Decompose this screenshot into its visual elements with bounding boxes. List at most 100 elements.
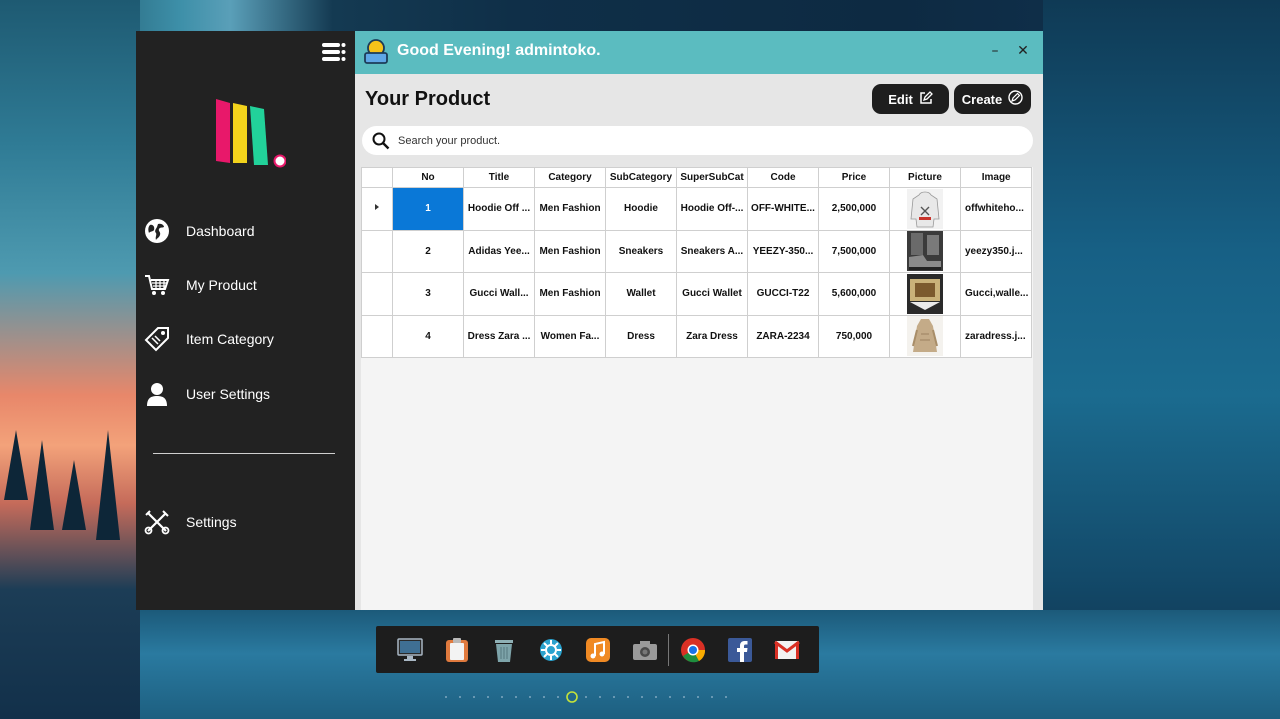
- search-input[interactable]: [398, 134, 998, 147]
- sidebar-item-user-settings[interactable]: User Settings: [136, 374, 355, 414]
- gmail-icon[interactable]: [763, 626, 810, 673]
- globe-icon: [144, 218, 170, 244]
- table-row[interactable]: 2 Adidas Yee... Men Fashion Sneakers Sne…: [361, 229, 1033, 273]
- row-selector[interactable]: [361, 229, 393, 273]
- greeting-text: Good Evening! admintoko.: [397, 42, 601, 59]
- cell-price[interactable]: 750,000: [818, 314, 890, 358]
- cell-picture[interactable]: [889, 187, 961, 231]
- trash-icon[interactable]: [480, 626, 527, 673]
- cell-code[interactable]: OFF-WHITE...: [747, 187, 819, 231]
- cell-supersubcat[interactable]: Gucci Wallet: [676, 272, 748, 316]
- dress-thumbnail: [907, 316, 943, 357]
- row-selector[interactable]: [361, 314, 393, 358]
- cell-title[interactable]: Adidas Yee...: [463, 229, 535, 273]
- cell-price[interactable]: 7,500,000: [818, 229, 890, 273]
- column-header[interactable]: Image: [959, 167, 1033, 188]
- cell-category[interactable]: Women Fa...: [534, 314, 606, 358]
- cell-picture[interactable]: [889, 229, 961, 273]
- main-panel: Good Evening! admintoko. – ✕ Your Produc…: [355, 31, 1043, 610]
- cell-title[interactable]: Hoodie Off ...: [463, 187, 535, 231]
- sidebar-item-label: Settings: [186, 514, 237, 530]
- cell-code[interactable]: YEEZY-350...: [747, 229, 819, 273]
- product-table: No Title Category SubCategory SuperSubCa…: [361, 167, 1033, 358]
- cell-picture[interactable]: [889, 314, 961, 358]
- cell-title[interactable]: Dress Zara ...: [463, 314, 535, 358]
- cell-subcategory[interactable]: Hoodie: [605, 187, 677, 231]
- cart-icon: [144, 272, 170, 298]
- cell-image[interactable]: zaradress.j...: [959, 314, 1033, 358]
- sidebar-item-label: Item Category: [186, 331, 274, 347]
- column-header[interactable]: Code: [747, 167, 819, 188]
- search-bar: [362, 126, 1033, 155]
- table-row[interactable]: 3 Gucci Wall... Men Fashion Wallet Gucci…: [361, 272, 1033, 316]
- cell-no[interactable]: 1: [392, 187, 464, 231]
- sidebar-item-item-category[interactable]: Item Category: [136, 319, 355, 359]
- column-header[interactable]: Title: [463, 167, 535, 188]
- column-header[interactable]: Picture: [889, 167, 961, 188]
- cell-image[interactable]: offwhiteho...: [959, 187, 1033, 231]
- clipboard-icon[interactable]: [433, 626, 480, 673]
- close-button[interactable]: ✕: [1014, 42, 1032, 60]
- cell-subcategory[interactable]: Dress: [605, 314, 677, 358]
- cell-no[interactable]: 4: [392, 314, 464, 358]
- wrench-screwdriver-icon: [144, 509, 170, 535]
- table-row[interactable]: 1 Hoodie Off ... Men Fashion Hoodie Hood…: [361, 187, 1033, 231]
- monitor-icon[interactable]: [386, 626, 433, 673]
- cell-image[interactable]: Gucci,walle...: [959, 272, 1033, 316]
- cell-supersubcat[interactable]: Sneakers A...: [676, 229, 748, 273]
- cell-category[interactable]: Men Fashion: [534, 229, 606, 273]
- column-header[interactable]: SubCategory: [605, 167, 677, 188]
- cell-subcategory[interactable]: Wallet: [605, 272, 677, 316]
- column-header[interactable]: Category: [534, 167, 606, 188]
- sidebar-item-my-product[interactable]: My Product: [136, 265, 355, 305]
- edit-icon: [919, 90, 933, 108]
- chrome-icon[interactable]: [669, 626, 716, 673]
- cell-category[interactable]: Men Fashion: [534, 272, 606, 316]
- column-header[interactable]: SuperSubCat: [676, 167, 748, 188]
- cell-supersubcat[interactable]: Zara Dress: [676, 314, 748, 358]
- hoodie-thumbnail: [907, 188, 943, 229]
- cell-category[interactable]: Men Fashion: [534, 187, 606, 231]
- minimize-button[interactable]: –: [986, 42, 1004, 60]
- desktop-page-indicator: [445, 691, 727, 703]
- row-selector[interactable]: [361, 187, 393, 231]
- app-logo: [216, 97, 287, 169]
- facebook-icon[interactable]: [716, 626, 763, 673]
- hamburger-menu-icon[interactable]: [322, 42, 346, 62]
- sidebar-divider: [153, 453, 335, 454]
- gear-flower-icon[interactable]: [527, 626, 574, 673]
- taskbar-dock: [376, 626, 819, 673]
- cell-no[interactable]: 3: [392, 272, 464, 316]
- sidebar-item-label: Dashboard: [186, 223, 255, 239]
- column-header[interactable]: Price: [818, 167, 890, 188]
- sneakers-thumbnail: [907, 231, 943, 272]
- header-bar: Good Evening! admintoko. – ✕: [355, 31, 1043, 74]
- cell-picture[interactable]: [889, 272, 961, 316]
- cell-supersubcat[interactable]: Hoodie Off-...: [676, 187, 748, 231]
- table-row[interactable]: 4 Dress Zara ... Women Fa... Dress Zara …: [361, 314, 1033, 358]
- sidebar-item-settings[interactable]: Settings: [136, 502, 355, 542]
- column-header[interactable]: No: [392, 167, 464, 188]
- cell-image[interactable]: yeezy350.j...: [959, 229, 1033, 273]
- user-icon: [144, 381, 170, 407]
- edit-button-label: Edit: [888, 91, 913, 107]
- tag-icon: [144, 326, 170, 352]
- music-icon[interactable]: [574, 626, 621, 673]
- cell-no[interactable]: 2: [392, 229, 464, 273]
- cell-subcategory[interactable]: Sneakers: [605, 229, 677, 273]
- sidebar-item-label: User Settings: [186, 386, 271, 402]
- cell-title[interactable]: Gucci Wall...: [463, 272, 535, 316]
- page-title: Your Product: [365, 88, 491, 110]
- row-selector[interactable]: [361, 272, 393, 316]
- cell-code[interactable]: GUCCI-T22: [747, 272, 819, 316]
- sidebar: Dashboard My Product Item Category User …: [136, 31, 355, 610]
- camera-icon[interactable]: [621, 626, 668, 673]
- cell-price[interactable]: 5,600,000: [818, 272, 890, 316]
- sidebar-item-dashboard[interactable]: Dashboard: [136, 211, 355, 251]
- sidebar-item-label: My Product: [186, 277, 257, 293]
- edit-button[interactable]: Edit: [872, 84, 949, 114]
- cell-price[interactable]: 2,500,000: [818, 187, 890, 231]
- cell-code[interactable]: ZARA-2234: [747, 314, 819, 358]
- wallpaper-left: [0, 0, 140, 719]
- create-button[interactable]: Create: [954, 84, 1031, 114]
